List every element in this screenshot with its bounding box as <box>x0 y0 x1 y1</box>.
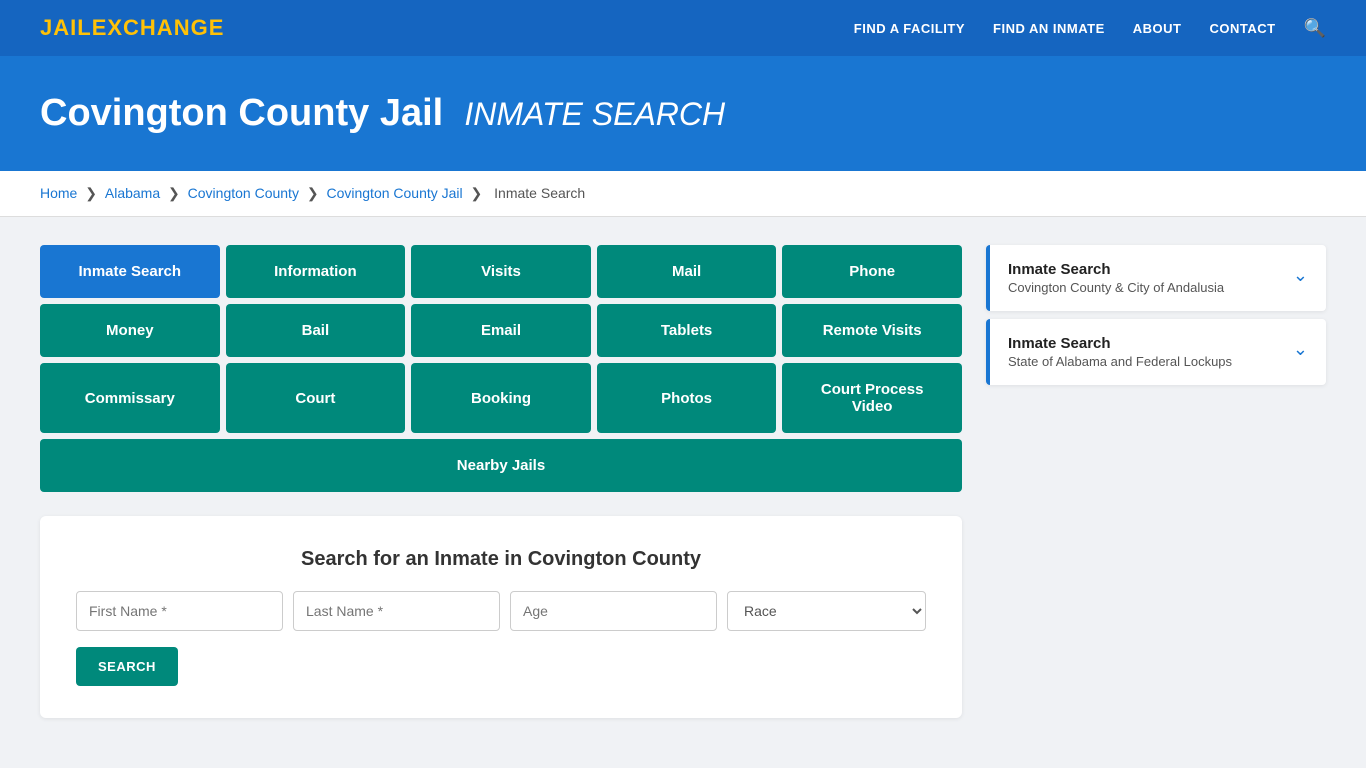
sidebar-card-covington-heading: Inmate Search <box>1008 261 1224 278</box>
sidebar-card-covington-sub: Covington County & City of Andalusia <box>1008 280 1224 295</box>
nav-buttons-grid: Inmate Search Information Visits Mail Ph… <box>40 245 962 492</box>
breadcrumb: Home ❯ Alabama ❯ Covington County ❯ Covi… <box>0 171 1366 217</box>
nav-about[interactable]: ABOUT <box>1133 21 1182 36</box>
breadcrumb-home[interactable]: Home <box>40 185 77 201</box>
information-btn[interactable]: Information <box>226 245 406 298</box>
inmate-search-btn[interactable]: Inmate Search <box>40 245 220 298</box>
breadcrumb-current: Inmate Search <box>494 185 585 201</box>
chevron-down-icon: ⌄ <box>1293 265 1308 286</box>
nav-links: FIND A FACILITY FIND AN INMATE ABOUT CON… <box>854 18 1326 39</box>
breadcrumb-sep-2: ❯ <box>168 185 184 201</box>
logo-jail: JAIL <box>40 15 92 40</box>
hero-title: Covington County Jail INMATE SEARCH <box>40 92 1326 135</box>
search-form-title: Search for an Inmate in Covington County <box>76 548 926 571</box>
visits-btn[interactable]: Visits <box>411 245 591 298</box>
search-button[interactable]: SEARCH <box>76 647 178 686</box>
booking-btn[interactable]: Booking <box>411 363 591 433</box>
tablets-btn[interactable]: Tablets <box>597 304 777 357</box>
navbar: JAILEXCHANGE FIND A FACILITY FIND AN INM… <box>0 0 1366 56</box>
sidebar-card-alabama-heading: Inmate Search <box>1008 335 1232 352</box>
court-process-video-btn[interactable]: Court Process Video <box>782 363 962 433</box>
search-form-box: Search for an Inmate in Covington County… <box>40 516 962 718</box>
right-sidebar: Inmate Search Covington County & City of… <box>986 245 1326 718</box>
sidebar-card-covington-inner[interactable]: Inmate Search Covington County & City of… <box>990 245 1326 311</box>
breadcrumb-sep-1: ❯ <box>85 185 101 201</box>
sidebar-card-alabama-sub: State of Alabama and Federal Lockups <box>1008 354 1232 369</box>
court-btn[interactable]: Court <box>226 363 406 433</box>
sidebar-card-alabama-text: Inmate Search State of Alabama and Feder… <box>1008 335 1232 369</box>
search-inputs: Race White Black Hispanic Asian Other <box>76 591 926 631</box>
age-input[interactable] <box>510 591 717 631</box>
nearby-jails-btn[interactable]: Nearby Jails <box>40 439 962 492</box>
money-btn[interactable]: Money <box>40 304 220 357</box>
bail-btn[interactable]: Bail <box>226 304 406 357</box>
search-icon[interactable]: 🔍 <box>1304 18 1326 39</box>
nav-contact[interactable]: CONTACT <box>1209 21 1275 36</box>
sidebar-card-alabama: Inmate Search State of Alabama and Feder… <box>986 319 1326 385</box>
hero-title-italic: INMATE SEARCH <box>464 96 725 132</box>
race-select[interactable]: Race White Black Hispanic Asian Other <box>727 591 926 631</box>
mail-btn[interactable]: Mail <box>597 245 777 298</box>
logo[interactable]: JAILEXCHANGE <box>40 15 224 41</box>
chevron-down-icon-2: ⌄ <box>1293 339 1308 360</box>
main-content: Inmate Search Information Visits Mail Ph… <box>0 217 1366 746</box>
photos-btn[interactable]: Photos <box>597 363 777 433</box>
hero-section: Covington County Jail INMATE SEARCH <box>0 56 1366 171</box>
first-name-input[interactable] <box>76 591 283 631</box>
sidebar-card-covington-text: Inmate Search Covington County & City of… <box>1008 261 1224 295</box>
phone-btn[interactable]: Phone <box>782 245 962 298</box>
remote-visits-btn[interactable]: Remote Visits <box>782 304 962 357</box>
breadcrumb-covington-county[interactable]: Covington County <box>188 185 299 201</box>
logo-exchange: EXCHANGE <box>92 15 225 40</box>
breadcrumb-covington-jail[interactable]: Covington County Jail <box>326 185 462 201</box>
hero-title-main: Covington County Jail <box>40 92 443 134</box>
breadcrumb-alabama[interactable]: Alabama <box>105 185 160 201</box>
breadcrumb-sep-3: ❯ <box>307 185 323 201</box>
commissary-btn[interactable]: Commissary <box>40 363 220 433</box>
sidebar-card-alabama-inner[interactable]: Inmate Search State of Alabama and Feder… <box>990 319 1326 385</box>
email-btn[interactable]: Email <box>411 304 591 357</box>
sidebar-card-covington: Inmate Search Covington County & City of… <box>986 245 1326 311</box>
nav-find-facility[interactable]: FIND A FACILITY <box>854 21 965 36</box>
nav-find-inmate[interactable]: FIND AN INMATE <box>993 21 1105 36</box>
left-column: Inmate Search Information Visits Mail Ph… <box>40 245 962 718</box>
breadcrumb-sep-4: ❯ <box>471 185 487 201</box>
last-name-input[interactable] <box>293 591 500 631</box>
